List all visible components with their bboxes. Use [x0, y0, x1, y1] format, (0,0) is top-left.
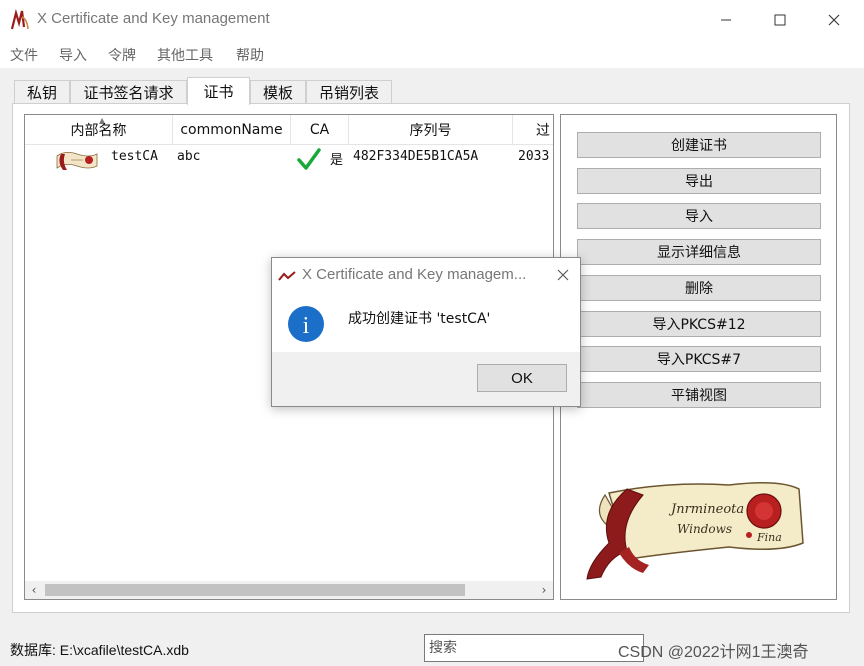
menu-file[interactable]: 文件: [10, 45, 38, 65]
maximize-button[interactable]: [757, 0, 803, 40]
close-button[interactable]: [811, 0, 857, 40]
menu-help[interactable]: 帮助: [236, 45, 264, 65]
dialog-message: 成功创建证书 'testCA': [348, 311, 491, 327]
logo-text-2: Windows: [677, 522, 732, 536]
close-icon: [557, 269, 569, 281]
close-icon: [828, 14, 840, 26]
tab-private-keys[interactable]: 私钥: [14, 80, 70, 104]
tab-revocation-lists[interactable]: 吊销列表: [306, 80, 392, 104]
logo-text-3: Fina: [756, 531, 782, 544]
column-header-serial[interactable]: 序列号: [349, 115, 513, 145]
minimize-button[interactable]: [703, 0, 749, 40]
export-button[interactable]: 导出: [577, 168, 821, 194]
horizontal-scrollbar[interactable]: ‹ ›: [25, 581, 553, 599]
logo-text-1: Jnrmineota: [668, 502, 744, 517]
menu-other-tools[interactable]: 其他工具: [157, 45, 213, 65]
minimize-icon: [721, 19, 731, 21]
cell-common-name: abc: [177, 149, 201, 164]
database-path-label: 数据库: E:\xcafile\testCA.xdb: [10, 642, 189, 658]
column-header-internal-name[interactable]: 内部名称: [25, 115, 173, 145]
menu-token[interactable]: 令牌: [108, 45, 136, 65]
watermark-text: CSDN @2022计网1王澳奇: [618, 644, 809, 661]
tab-csr[interactable]: 证书签名请求: [70, 80, 187, 104]
dialog-close-button[interactable]: [550, 262, 576, 288]
list-header: ▲ 内部名称 commonName CA 序列号 过: [25, 115, 553, 145]
scrollbar-thumb[interactable]: [45, 584, 465, 596]
maximize-icon: [774, 14, 786, 26]
show-details-button[interactable]: 显示详细信息: [577, 239, 821, 265]
cell-internal-name: testCA: [111, 149, 158, 164]
tab-templates[interactable]: 模板: [250, 80, 306, 104]
action-panel: 创建证书 导出 导入 显示详细信息 删除 导入PKCS#12 导入PKCS#7 …: [560, 114, 837, 600]
import-button[interactable]: 导入: [577, 203, 821, 229]
xca-scroll-logo: Jnrmineota Windows Fina: [586, 482, 804, 580]
dialog-app-logo-icon: [278, 271, 296, 281]
main-window: X Certificate and Key management 文件 导入 令…: [0, 0, 864, 666]
cell-serial: 482F334DE5B1CA5A: [353, 149, 479, 164]
menu-bar: 文件 导入 令牌 其他工具 帮助: [0, 40, 864, 68]
dialog-footer: OK: [272, 352, 580, 406]
window-title: X Certificate and Key management: [37, 10, 270, 27]
import-pkcs7-button[interactable]: 导入PKCS#7: [577, 346, 821, 372]
tile-view-button[interactable]: 平铺视图: [577, 382, 821, 408]
dialog-title: X Certificate and Key managem...: [302, 266, 527, 283]
table-row[interactable]: testCA abc 是 482F334DE5B1CA5A 2033: [25, 146, 553, 172]
cell-ca: 是: [330, 153, 344, 168]
column-header-ca[interactable]: CA: [291, 115, 349, 145]
scroll-left-icon[interactable]: ‹: [25, 581, 43, 599]
column-header-common-name[interactable]: commonName: [173, 115, 291, 145]
column-header-expiry[interactable]: 过: [513, 115, 553, 145]
tab-certificates[interactable]: 证书: [187, 77, 250, 105]
scroll-right-icon[interactable]: ›: [535, 581, 553, 599]
title-bar: X Certificate and Key management: [0, 0, 864, 40]
ok-button[interactable]: OK: [477, 364, 567, 392]
menu-import[interactable]: 导入: [59, 45, 87, 65]
import-pkcs12-button[interactable]: 导入PKCS#12: [577, 311, 821, 337]
certificate-icon: [56, 152, 98, 170]
search-input[interactable]: [424, 634, 644, 662]
checkmark-icon: [297, 148, 321, 170]
status-bar: 数据库: E:\xcafile\testCA.xdb CSDN @2022计网1…: [0, 626, 864, 666]
delete-button[interactable]: 删除: [577, 275, 821, 301]
create-certificate-button[interactable]: 创建证书: [577, 132, 821, 158]
info-icon: i: [288, 306, 324, 342]
info-glyph: i: [303, 313, 310, 339]
app-logo-icon: [10, 9, 29, 30]
success-dialog: X Certificate and Key managem... i 成功创建证…: [271, 257, 581, 407]
cell-expiry: 2033: [518, 149, 550, 164]
